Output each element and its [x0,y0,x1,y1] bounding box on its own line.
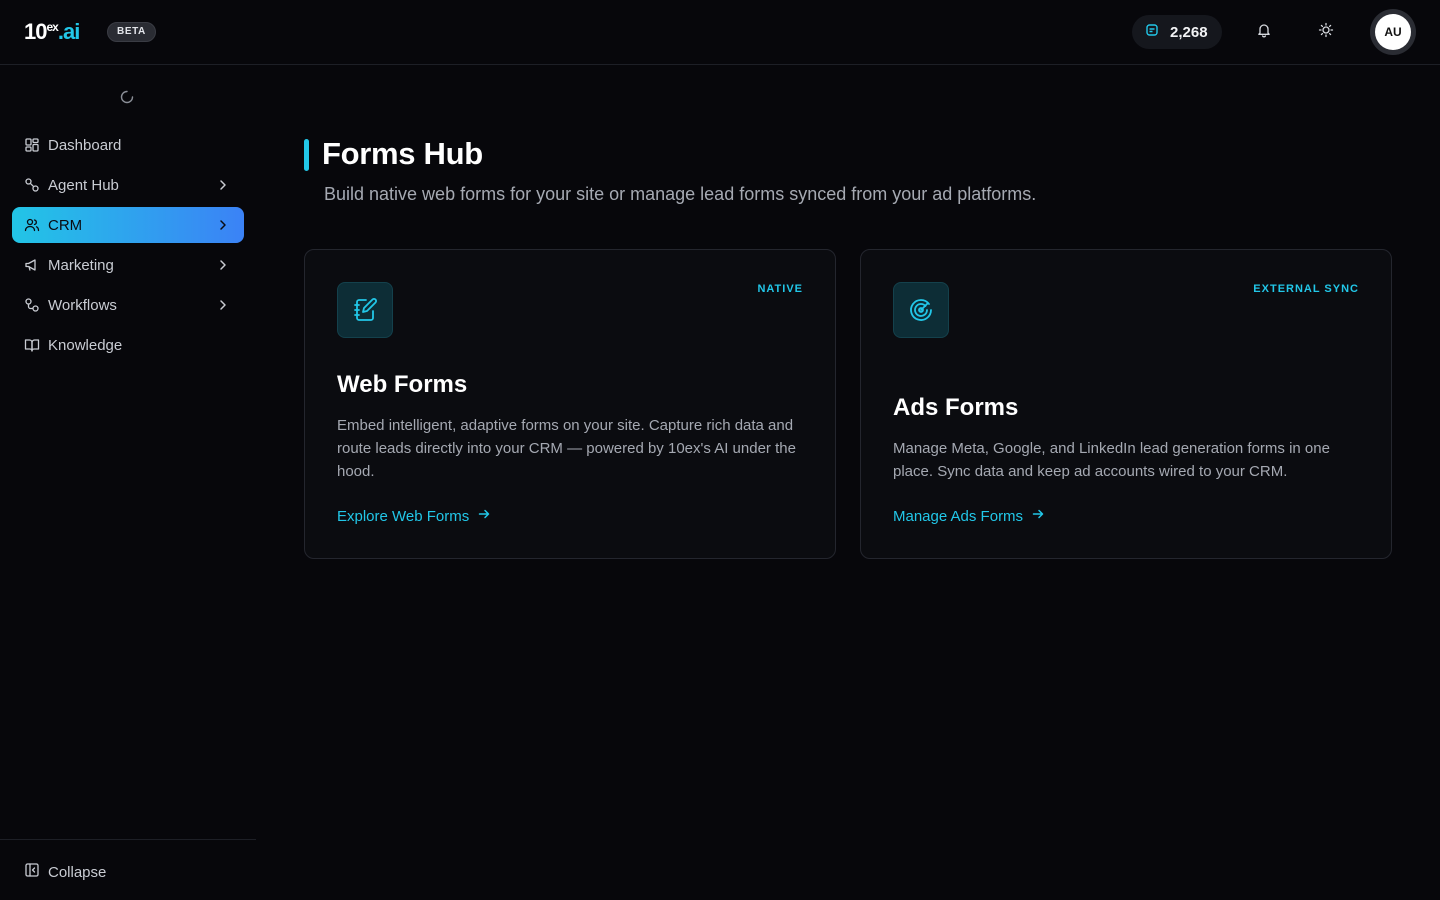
user-avatar[interactable]: AU [1370,9,1416,55]
agent-hub-icon [24,177,40,193]
dashboard-icon [24,137,40,153]
card-link-label: Manage Ads Forms [893,507,1024,525]
card-tag: EXTERNAL SYNC [1253,283,1359,295]
chevron-right-icon [216,298,230,312]
chevron-right-icon [216,218,230,232]
sidebar-footer: Collapse [0,839,256,900]
sidebar-item-label: CRM [48,216,83,234]
notebook-pen-icon [337,282,393,338]
sidebar-item-label: Marketing [48,256,114,274]
sidebar-item-label: Knowledge [48,336,123,354]
users-icon [24,217,40,233]
sidebar-item-workflows[interactable]: Workflows [12,287,244,323]
card-title: Ads Forms [893,394,1019,421]
sidebar-item-label: Workflows [48,296,117,314]
ads-forms-card[interactable]: EXTERNAL SYNC Ads Forms Manage Meta, Goo… [860,249,1392,559]
avatar-initials: AU [1375,14,1411,50]
web-forms-card[interactable]: NATIVE Web Forms Embed intelligent, adap… [304,249,836,559]
card-description: Embed intelligent, adaptive forms on you… [337,417,796,480]
page-subtitle: Build native web forms for your site or … [324,184,1037,204]
sidebar: Dashboard Agent Hub CRM Marketing Workfl… [0,65,256,900]
card-title: Web Forms [337,371,468,398]
card-link-label: Explore Web Forms [337,507,470,525]
arrow-right-icon [1031,507,1045,525]
workflow-icon [24,297,40,313]
sidebar-item-marketing[interactable]: Marketing [12,247,244,283]
bell-icon [1256,22,1272,43]
panel-collapse-icon [24,862,40,882]
chevron-right-icon [216,178,230,192]
sidebar-item-crm[interactable]: CRM [12,207,244,243]
card-tag: NATIVE [757,283,803,295]
sidebar-item-dashboard[interactable]: Dashboard [12,127,244,163]
loading-spinner-icon [119,89,135,105]
sidebar-item-label: Agent Hub [48,176,119,194]
radar-icon [893,282,949,338]
book-icon [24,337,40,353]
sidebar-item-label: Dashboard [48,136,122,154]
card-description: Manage Meta, Google, and LinkedIn lead g… [893,440,1330,480]
explore-web-forms-link[interactable]: Explore Web Forms [337,507,491,525]
page-title: Forms Hub [322,136,483,171]
top-bar: 10 ex .ai BETA 2,268 AU [0,0,1440,65]
sidebar-nav: Dashboard Agent Hub CRM Marketing Workfl… [12,127,244,367]
credits-balance[interactable]: 2,268 [1132,15,1222,49]
sidebar-item-agent-hub[interactable]: Agent Hub [12,167,244,203]
logo-ai: .ai [57,19,80,44]
sidebar-item-knowledge[interactable]: Knowledge [12,327,244,363]
arrow-right-icon [477,507,491,525]
brand-logo[interactable]: 10 ex .ai [24,18,80,46]
title-accent-bar [304,139,309,171]
theme-toggle-button[interactable] [1310,16,1342,48]
beta-badge: BETA [107,22,156,42]
manage-ads-forms-link[interactable]: Manage Ads Forms [893,507,1045,525]
chevron-right-icon [216,258,230,272]
coin-icon [1144,22,1160,43]
collapse-sidebar-button[interactable]: Collapse [24,862,106,882]
collapse-label: Collapse [48,863,107,881]
credits-value: 2,268 [1170,23,1208,41]
sun-icon [1318,22,1334,43]
notifications-button[interactable] [1248,16,1280,48]
logo-ex: ex [46,20,58,34]
megaphone-icon [24,257,40,273]
logo-ten: 10 [24,19,48,44]
